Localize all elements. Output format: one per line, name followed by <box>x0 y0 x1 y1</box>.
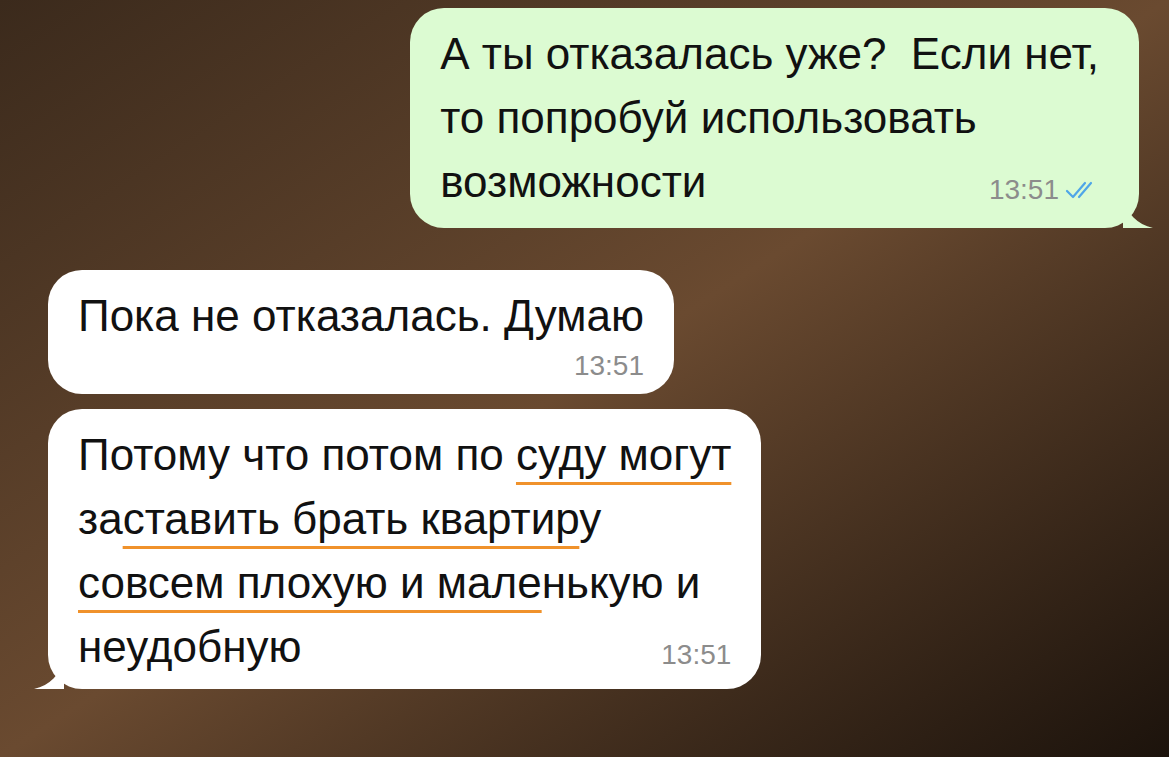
message-line: неудобную <box>78 615 301 679</box>
message-meta: 13:51 <box>661 637 731 673</box>
message-meta: 13:51 <box>574 348 644 384</box>
message-time: 13:51 <box>661 637 731 673</box>
text: неудобную <box>78 622 301 671</box>
message-line: Пока не отказалась. Думаю <box>78 284 644 348</box>
text: Пока не отказалась. Думаю <box>78 291 644 340</box>
bubble-tail-icon <box>1123 198 1153 228</box>
text: у <box>579 494 601 543</box>
incoming-message[interactable]: Потому что потом по суду могутзаставить … <box>48 409 761 689</box>
chat-screen: А ты отказалась уже? Если нет, то попробу… <box>0 0 1169 757</box>
message-line: возможности <box>440 150 706 214</box>
underlined-text: суду могут <box>516 430 731 479</box>
text: за <box>78 494 123 543</box>
underlined-text: ставить брать квартир <box>123 494 580 543</box>
text: А ты отказалась уже? Если нет, <box>440 29 1099 78</box>
message-line: Потому что потом по суду могут <box>78 423 731 487</box>
text: Потому что потом по <box>78 430 516 479</box>
message-line: заставить брать квартиру <box>78 487 731 551</box>
message-line: совсем плохую и маленькую и <box>78 551 731 615</box>
message-list: А ты отказалась уже? Если нет, то попробу… <box>0 0 1169 689</box>
message-line: то попробуй использовать <box>440 86 1099 150</box>
text: возможности <box>440 157 706 206</box>
message-time: 13:51 <box>989 172 1059 208</box>
read-ticks-icon <box>1065 179 1099 201</box>
message-time: 13:51 <box>574 348 644 384</box>
text: нькую и <box>542 558 701 607</box>
outgoing-message[interactable]: А ты отказалась уже? Если нет, то попробу… <box>410 8 1139 228</box>
text: то попробуй использовать <box>440 93 977 142</box>
bubble-tail-icon <box>34 659 64 689</box>
underlined-text: совсем плохую и мале <box>78 558 542 607</box>
message-meta: 13:51 <box>989 172 1099 208</box>
incoming-message[interactable]: Пока не отказалась. Думаю 13:51 <box>48 270 674 394</box>
message-line: А ты отказалась уже? Если нет, <box>440 22 1099 86</box>
